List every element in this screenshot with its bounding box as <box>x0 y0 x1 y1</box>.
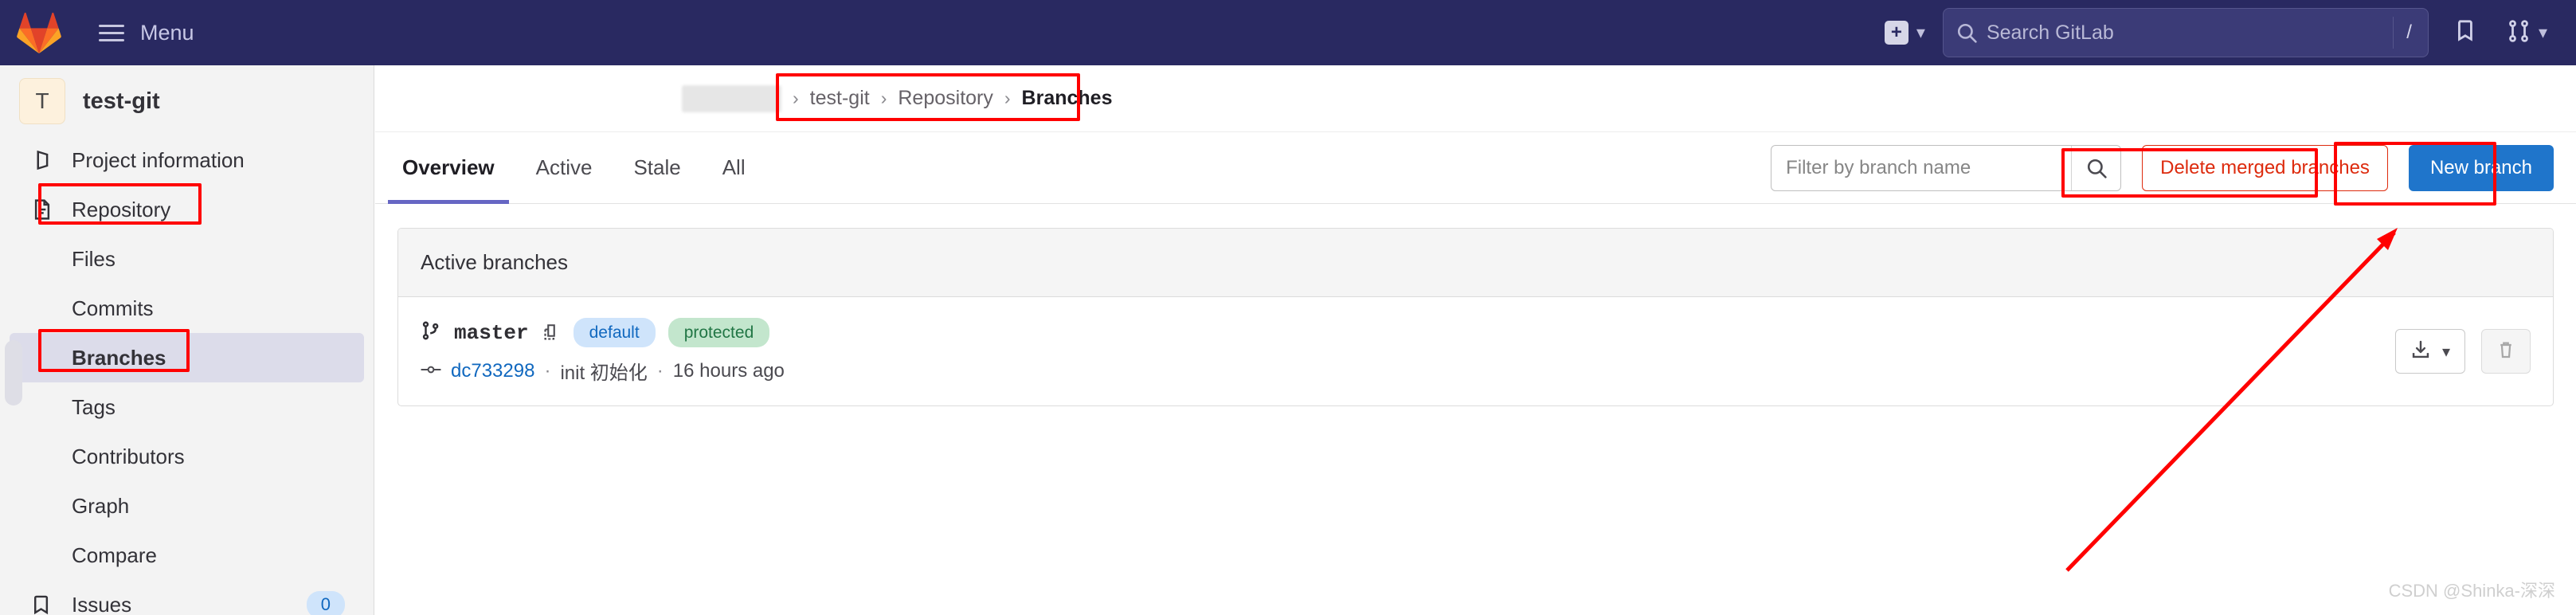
sidebar-item-files[interactable]: Files <box>10 234 364 284</box>
tab-label: Stale <box>633 155 681 179</box>
sidebar-item-repository[interactable]: Repository <box>10 185 364 234</box>
commit-line: dc733298 · init 初始化 · 16 hours ago <box>421 357 785 385</box>
active-branches-header: Active branches <box>398 229 2553 297</box>
chevron-down-icon: ▾ <box>2538 22 2547 42</box>
commit-icon <box>421 360 441 382</box>
breadcrumb-item-branches[interactable]: Branches <box>1022 87 1113 110</box>
branch-title-line: master default protected <box>421 318 785 348</box>
sidebar-item-issues[interactable]: Issues 0 <box>10 580 364 615</box>
tab-label: All <box>722 155 746 179</box>
issues-count-badge: 0 <box>306 591 345 615</box>
hamburger-icon <box>99 24 124 41</box>
tab-overview[interactable]: Overview <box>382 132 515 204</box>
commit-message: init 初始化 <box>560 362 648 385</box>
issues-icon <box>29 593 56 615</box>
copy-icon[interactable] <box>542 323 561 343</box>
branch-name[interactable]: master <box>454 321 529 345</box>
top-navbar: Menu + ▾ Search GitLab / ▾ <box>0 0 2576 65</box>
new-branch-button[interactable]: New branch <box>2408 144 2554 191</box>
search-shortcut-key: / <box>2393 17 2415 49</box>
breadcrumb-item-repository[interactable]: Repository <box>898 87 993 110</box>
breadcrumb-item-test-git[interactable]: test-git <box>810 87 870 110</box>
sidebar-item-graph[interactable]: Graph <box>10 481 364 531</box>
project-name: test-git <box>83 88 160 114</box>
branch-icon <box>421 319 441 346</box>
branch-filter-search-button[interactable] <box>2071 145 2120 190</box>
chevron-down-icon: ▾ <box>1916 22 1925 42</box>
watermark: CSDN @Shinka-深深 <box>2388 581 2555 601</box>
sidebar-item-label: Tags <box>72 394 115 419</box>
sidebar-item-label: Issues <box>72 592 132 615</box>
search-icon <box>1956 22 1977 43</box>
breadcrumb-separator: › <box>793 88 799 108</box>
sidebar-item-tags[interactable]: Tags <box>10 382 364 432</box>
sidebar-item-compare[interactable]: Compare <box>10 531 364 580</box>
breadcrumb-separator: › <box>1004 88 1011 108</box>
branch-row-actions: ▾ <box>2394 329 2531 374</box>
project-sidebar: T test-git Project information Repositor… <box>0 65 374 615</box>
global-search-input[interactable]: Search GitLab / <box>1942 8 2429 57</box>
status-badge-default: default <box>573 318 656 348</box>
create-new-button[interactable]: + ▾ <box>1877 14 1933 51</box>
sidebar-item-label: Files <box>72 246 115 271</box>
tab-label: Overview <box>402 155 495 179</box>
sidebar-resize-handle[interactable] <box>5 340 22 405</box>
commit-sha-link[interactable]: dc733298 <box>451 360 534 382</box>
main-menu-button[interactable]: Menu <box>88 13 206 53</box>
trash-icon <box>2496 339 2515 364</box>
issues-icon <box>2453 18 2476 48</box>
separator: · <box>656 359 664 382</box>
issues-nav-button[interactable] <box>2446 12 2483 54</box>
sidebar-item-label: Compare <box>72 543 157 567</box>
commit-timestamp: 16 hours ago <box>672 359 785 382</box>
merge-request-icon <box>2507 18 2531 48</box>
gitlab-logo-icon[interactable] <box>14 8 64 57</box>
redacted-group-name <box>682 84 781 112</box>
repository-icon <box>29 198 56 221</box>
table-row: master default protected dc733298 · init… <box>398 297 2553 405</box>
breadcrumb-separator: › <box>880 88 887 108</box>
sidebar-item-project-information[interactable]: Project information <box>10 135 364 185</box>
tab-stale[interactable]: Stale <box>613 132 701 204</box>
status-badge-protected: protected <box>667 318 770 348</box>
sidebar-item-label: Branches <box>72 345 166 370</box>
sidebar-item-label: Project information <box>72 147 245 172</box>
sidebar-item-label: Graph <box>72 493 130 518</box>
chevron-down-icon: ▾ <box>2441 343 2450 361</box>
separator: · <box>544 359 551 382</box>
sidebar-item-branches[interactable]: Branches <box>10 333 364 382</box>
sidebar-item-label: Commits <box>72 296 154 320</box>
download-icon <box>2410 339 2431 364</box>
sidebar-item-label: Contributors <box>72 444 185 468</box>
main-menu-label: Menu <box>140 20 194 45</box>
tab-label: Active <box>535 155 593 179</box>
tab-all[interactable]: All <box>702 132 766 204</box>
sidebar-project-header[interactable]: T test-git <box>0 65 374 135</box>
navbar-right-actions: + ▾ Search GitLab / ▾ <box>1877 8 2576 57</box>
main-content: › test-git › Repository › Branches Overv… <box>375 65 2576 615</box>
branch-info: master default protected dc733298 · init… <box>421 318 785 385</box>
plus-icon: + <box>1884 21 1909 45</box>
sidebar-item-contributors[interactable]: Contributors <box>10 432 364 481</box>
sidebar-item-commits[interactable]: Commits <box>10 284 364 333</box>
tab-active[interactable]: Active <box>515 132 613 204</box>
download-source-code-button[interactable]: ▾ <box>2394 329 2465 374</box>
branch-filter-wrapper[interactable] <box>1771 144 2122 191</box>
branches-toolbar: Overview Active Stale All Delete merged … <box>375 132 2576 204</box>
delete-branch-button[interactable] <box>2481 329 2531 374</box>
global-search-placeholder: Search GitLab <box>1986 21 2114 44</box>
project-info-icon <box>29 149 56 171</box>
project-avatar: T <box>19 78 65 124</box>
branch-filter-input[interactable] <box>1771 156 2072 179</box>
delete-merged-branches-button[interactable]: Delete merged branches <box>2142 144 2388 191</box>
toolbar-actions: Delete merged branches New branch <box>1771 144 2576 191</box>
merge-requests-nav-button[interactable]: ▾ <box>2500 12 2554 54</box>
breadcrumb: › test-git › Repository › Branches <box>375 65 2576 132</box>
sidebar-item-label: Repository <box>72 197 171 221</box>
active-branches-card: Active branches master default protected… <box>397 228 2554 407</box>
